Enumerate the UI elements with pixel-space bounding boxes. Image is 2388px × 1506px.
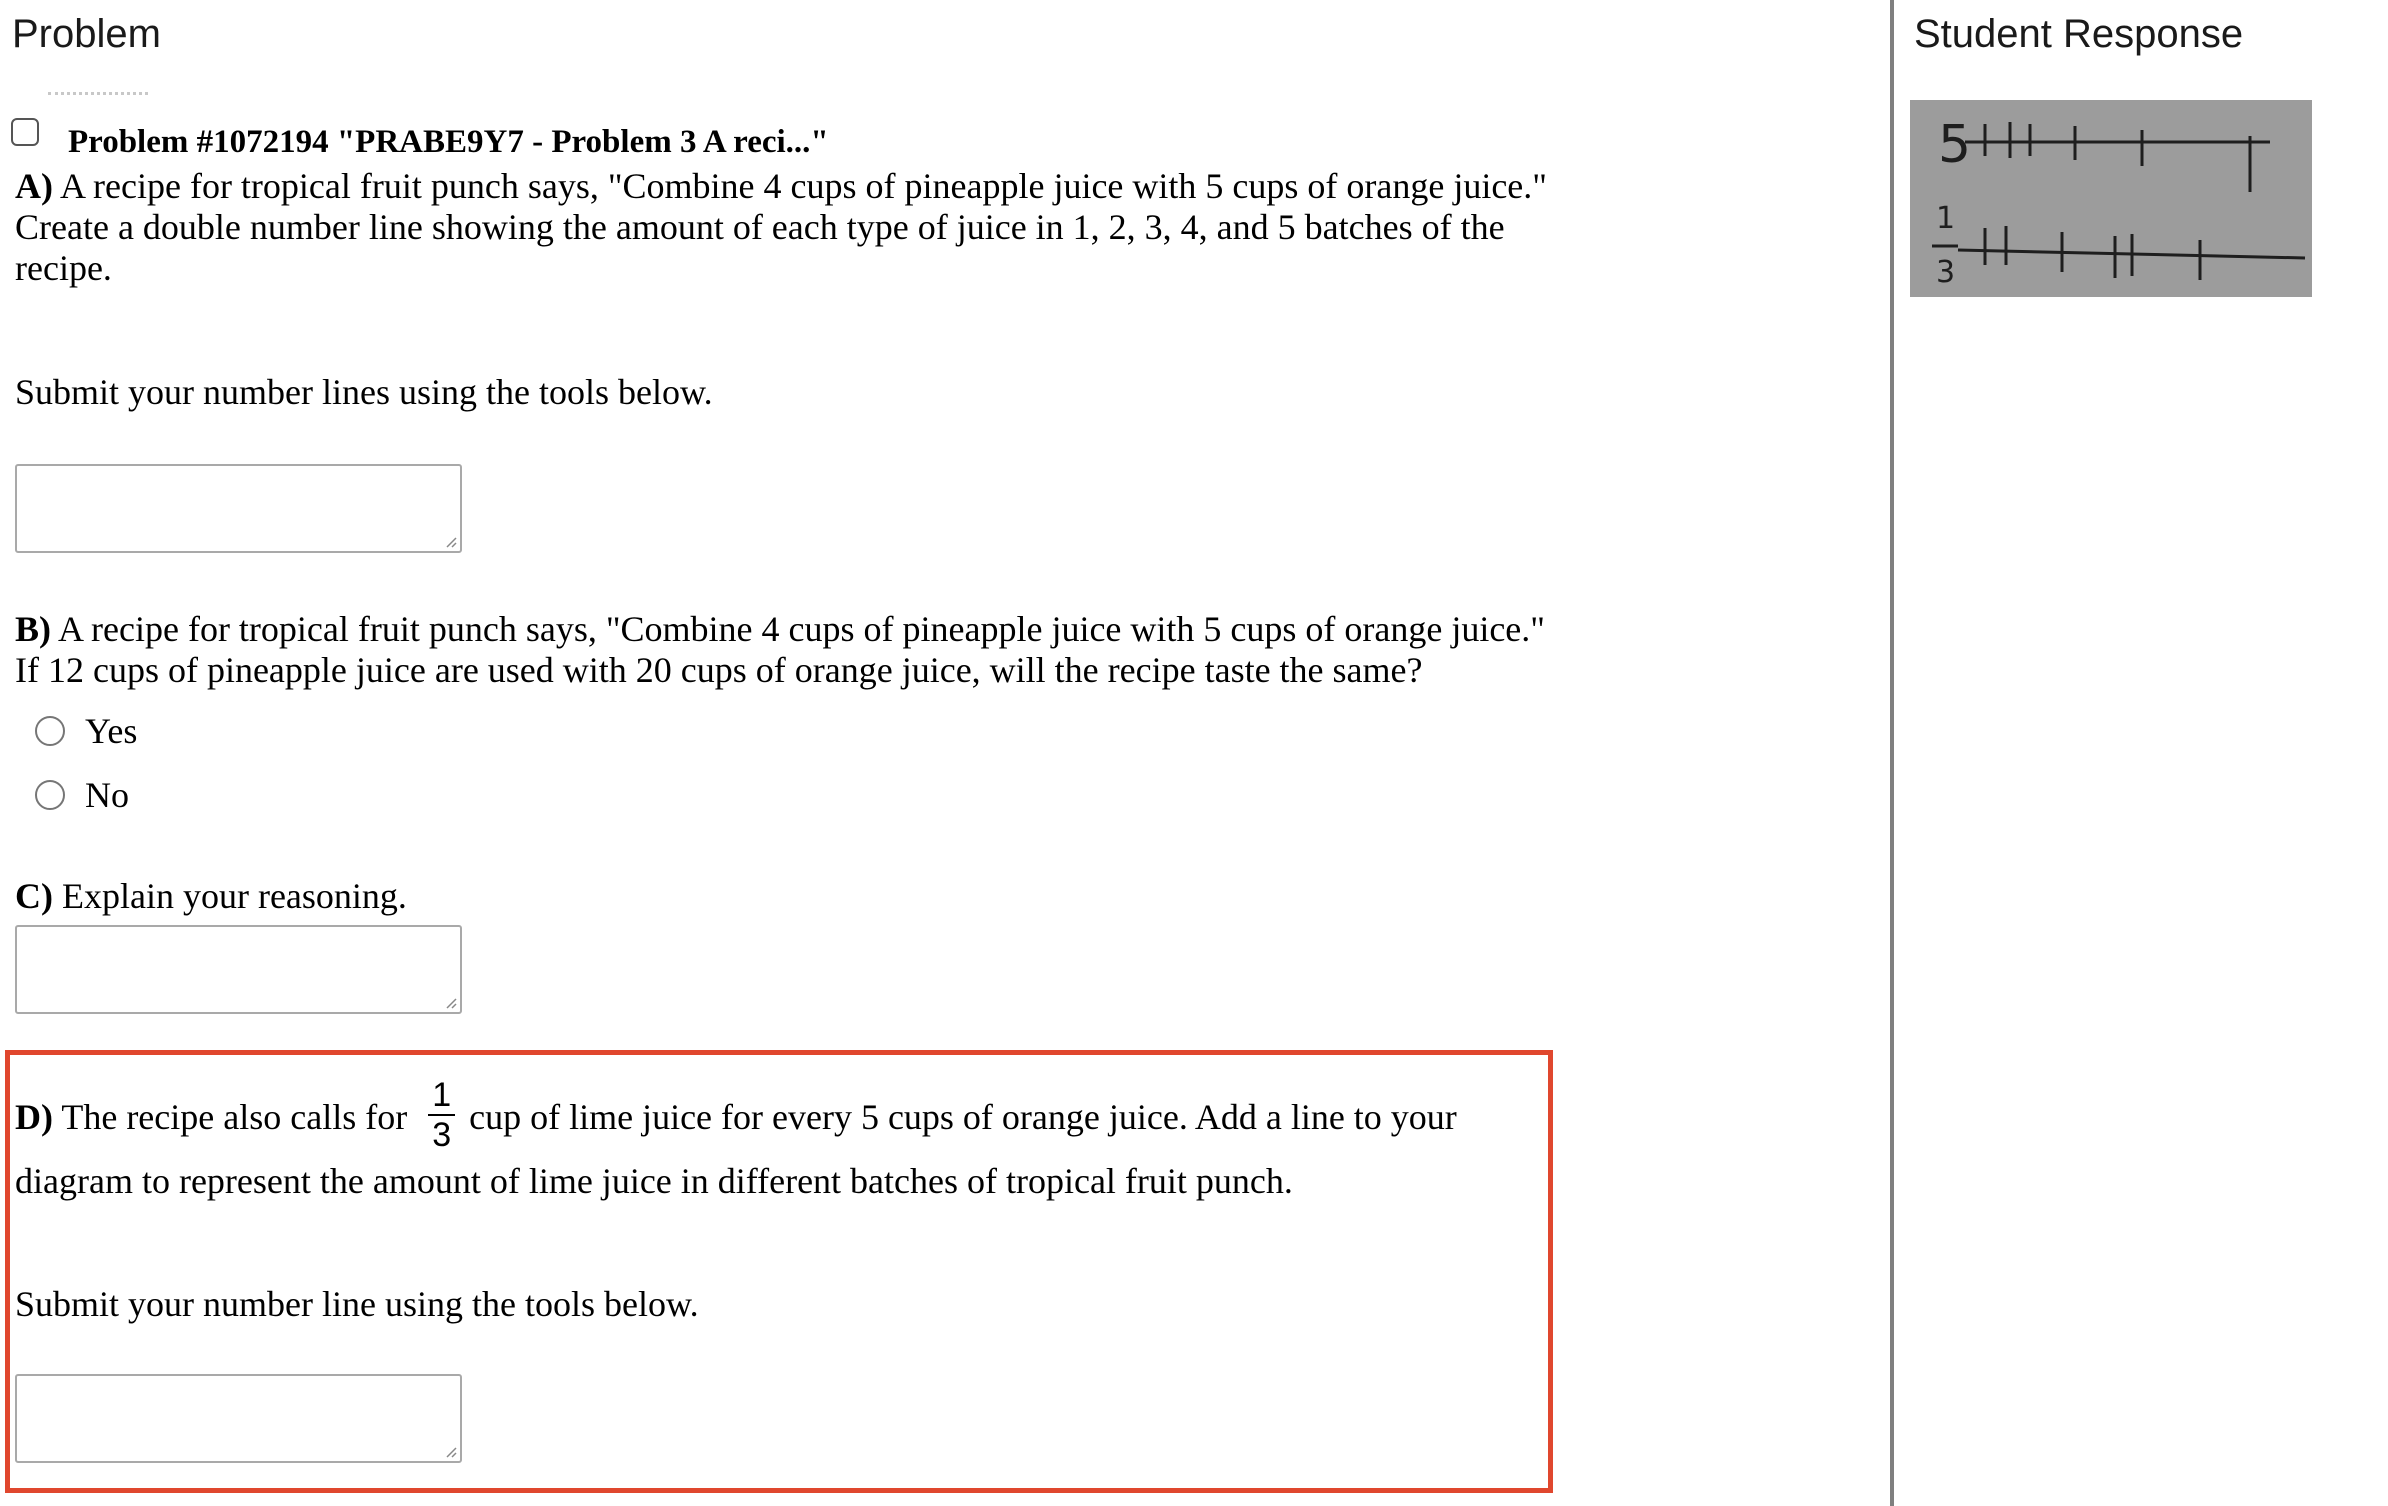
part-c-answer-field[interactable] [15, 925, 462, 1014]
part-c-text: C) Explain your reasoning. [15, 876, 407, 917]
problem-pane: Problem Problem #1072194 "PRABE9Y7 - Pro… [0, 0, 1890, 1506]
part-a-answer-field[interactable] [15, 464, 462, 553]
part-a-submit-instructions: Submit your number lines using the tools… [15, 372, 713, 412]
problem-pane-title: Problem [12, 12, 161, 56]
response-fraction-numerator: 1 [1936, 201, 1955, 236]
problem-header: Problem #1072194 "PRABE9Y7 - Problem 3 A… [68, 124, 829, 160]
part-c-label: C) [15, 876, 53, 916]
handwritten-number-lines: 5 1 3 [1932, 115, 2306, 290]
resize-grip-icon[interactable] [445, 1446, 457, 1458]
resize-grip-icon[interactable] [445, 536, 457, 548]
part-d-label: D) [15, 1097, 53, 1137]
part-a-line1: A recipe for tropical fruit punch says, … [53, 166, 1547, 206]
radio-option-yes[interactable]: Yes [35, 710, 137, 752]
part-d-submit-instructions: Submit your number line using the tools … [15, 1284, 699, 1324]
fraction-numerator: 1 [432, 1075, 452, 1114]
radio-button-no[interactable] [35, 780, 65, 810]
part-a-line3: recipe. [15, 248, 112, 288]
part-a-line2: Create a double number line showing the … [15, 207, 1505, 247]
part-d-text: D) The recipe also calls for 1 3 cup of li… [15, 1076, 1457, 1158]
part-b-line2: If 12 cups of pineapple juice are used w… [15, 650, 1423, 690]
student-response-title: Student Response [1914, 12, 2244, 56]
radio-label-no: No [85, 775, 129, 815]
resize-grip-icon[interactable] [445, 997, 457, 1009]
part-a-label: A) [15, 166, 53, 206]
problem-select-checkbox[interactable] [11, 118, 39, 146]
faded-text-remnant [48, 92, 148, 101]
part-a-text: A) A recipe for tropical fruit punch say… [15, 166, 1547, 207]
response-fraction-denominator: 3 [1936, 255, 1955, 290]
part-b-label: B) [15, 609, 51, 649]
student-response-pane: Student Response 5 1 3 [1894, 0, 2388, 1506]
part-d-pre: The recipe also calls for [53, 1097, 417, 1137]
part-d-answer-field[interactable] [15, 1374, 462, 1463]
part-c-prompt: Explain your reasoning. [53, 876, 407, 916]
part-d-line2: diagram to represent the amount of lime … [15, 1161, 1293, 1201]
radio-label-yes: Yes [85, 711, 138, 751]
part-b-line1: A recipe for tropical fruit punch says, … [51, 609, 1545, 649]
part-d-post: cup of lime juice for every 5 cups of or… [469, 1097, 1457, 1137]
response-label-top: 5 [1938, 115, 1971, 175]
fraction-one-third: 13 [428, 1075, 456, 1154]
part-b-text: B) A recipe for tropical fruit punch say… [15, 609, 1545, 650]
radio-button-yes[interactable] [35, 716, 65, 746]
radio-option-no[interactable]: No [35, 774, 129, 816]
fraction-denominator: 3 [432, 1115, 452, 1154]
student-response-image: 5 1 3 [1910, 100, 2312, 297]
